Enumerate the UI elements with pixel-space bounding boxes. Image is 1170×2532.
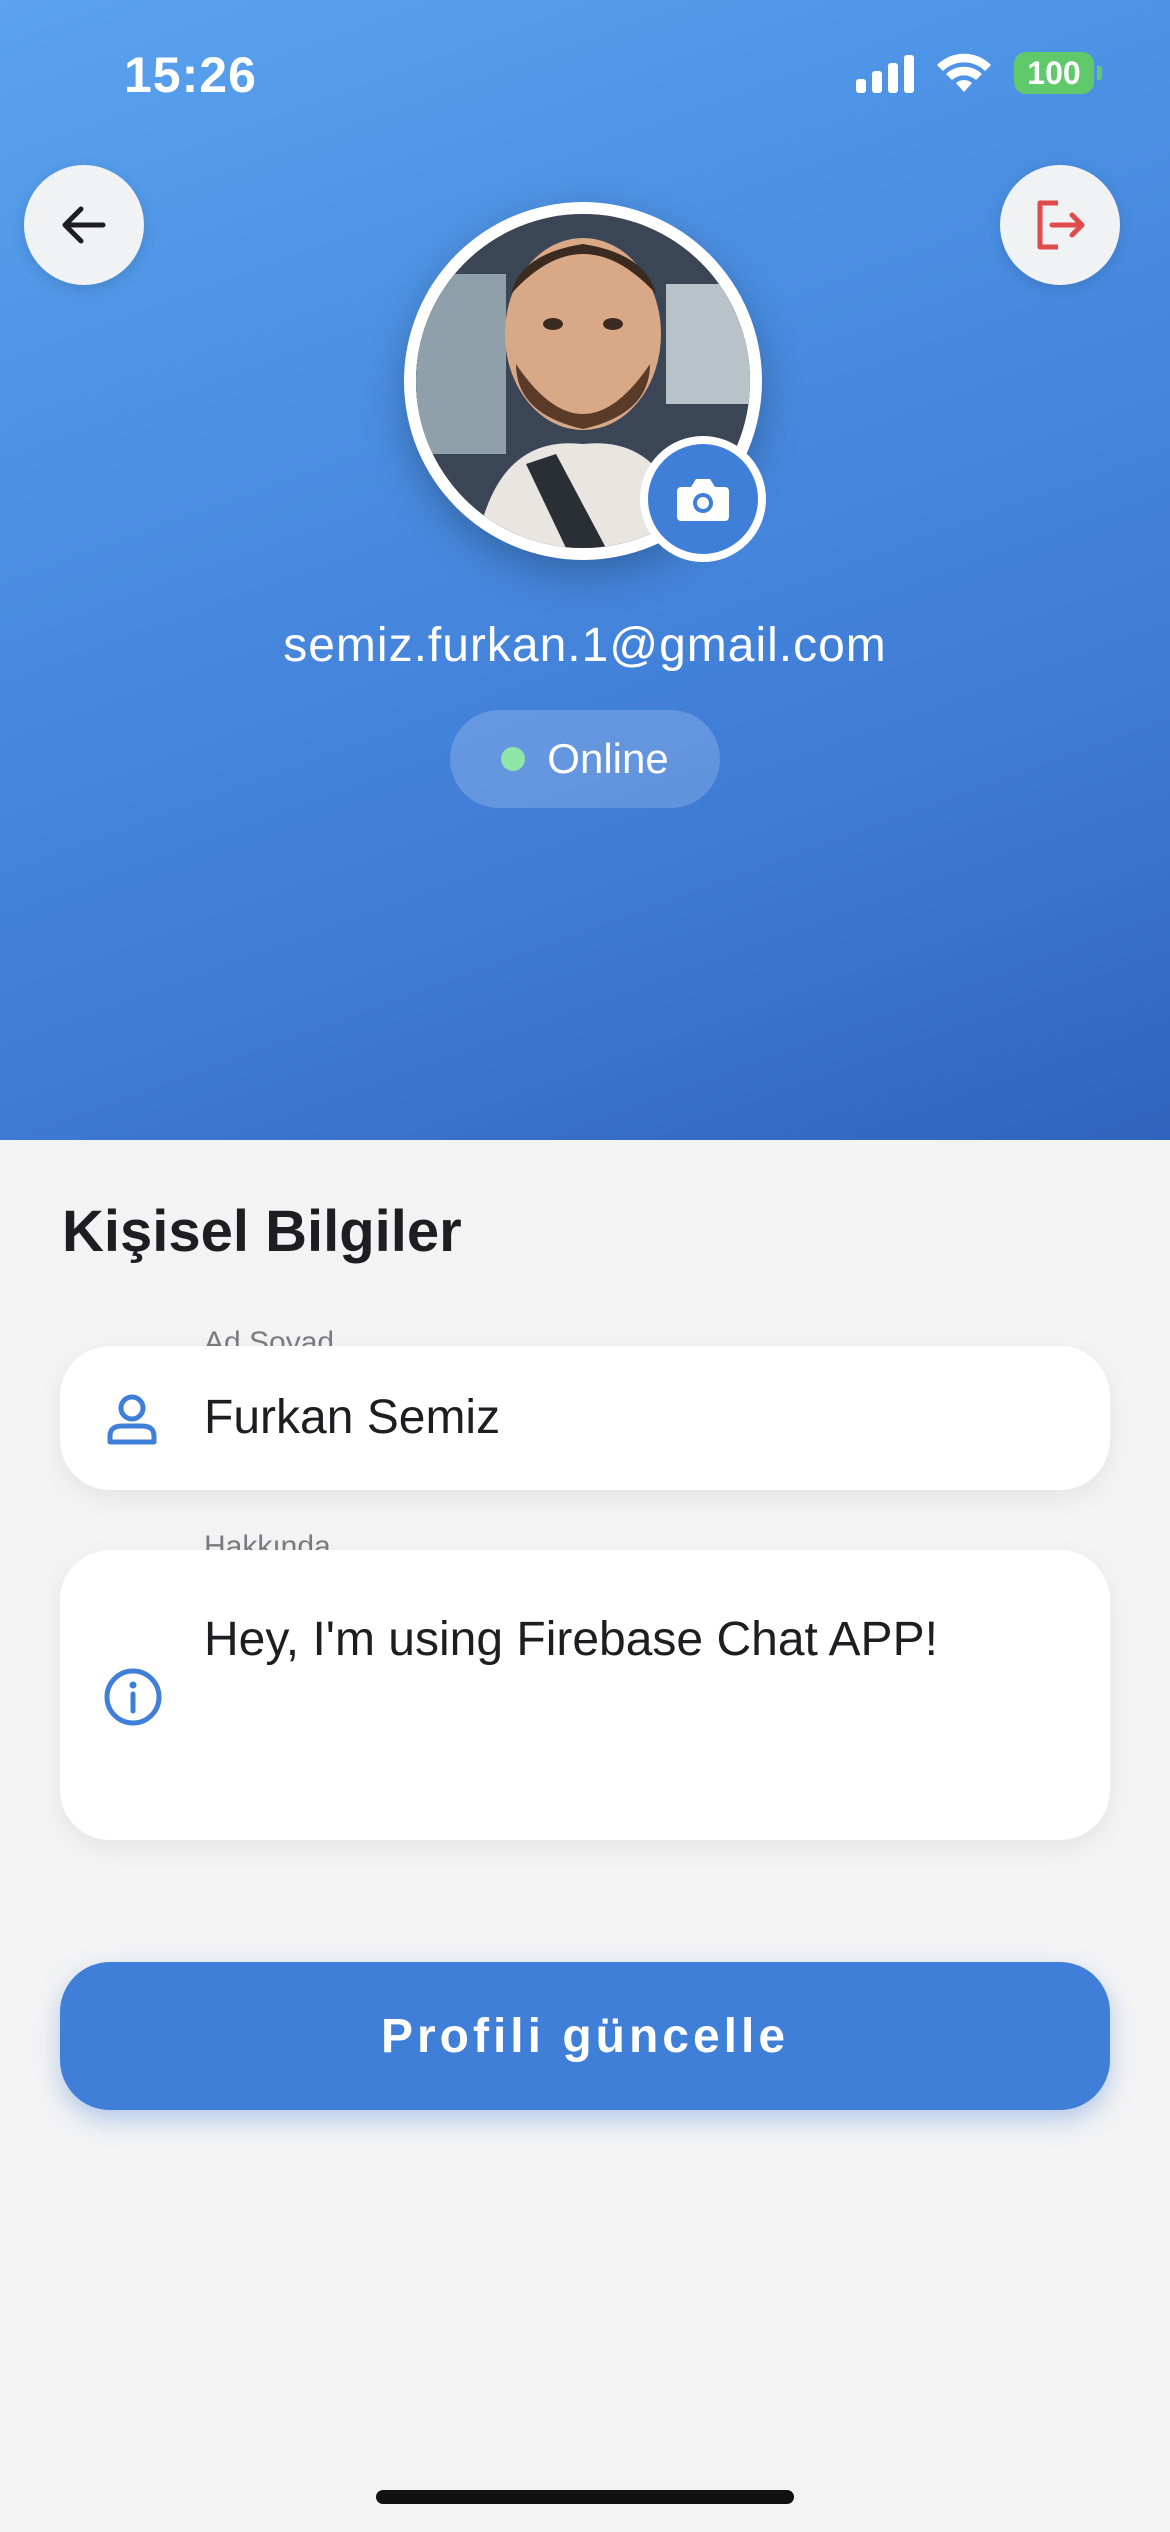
status-badge: Online [450,710,720,808]
status-time: 15:26 [124,47,257,103]
section-title: Kişisel Bilgiler [62,1199,462,1264]
profile-screen: 15:26 100 semiz.furkan.1@gmail.com Onlin… [0,0,1170,2532]
home-indicator [376,2490,794,2504]
status-indicators: 100 [856,52,1102,94]
battery-icon: 100 [1014,52,1102,94]
about-field[interactable]: Hey, I'm using Firebase Chat APP! [60,1550,1110,1840]
back-button[interactable] [24,165,144,285]
logout-button[interactable] [1000,165,1120,285]
person-icon [107,1394,157,1445]
info-icon [104,1668,162,1726]
name-field[interactable]: Furkan Semiz [60,1346,1110,1490]
cellular-signal-icon [856,53,914,93]
update-profile-button[interactable]: Profili güncelle [60,1962,1110,2110]
camera-icon [677,479,729,521]
about-value: Hey, I'm using Firebase Chat APP! [204,1613,938,1666]
profile-header [0,0,1170,1140]
name-value: Furkan Semiz [204,1391,501,1444]
logout-icon [1037,200,1085,250]
arrow-left-icon [62,206,106,244]
online-dot-icon [501,747,526,771]
wifi-icon [937,53,991,92]
profile-email: semiz.furkan.1@gmail.com [283,619,887,672]
change-photo-button[interactable] [640,436,766,562]
status-text: Online [547,735,669,782]
